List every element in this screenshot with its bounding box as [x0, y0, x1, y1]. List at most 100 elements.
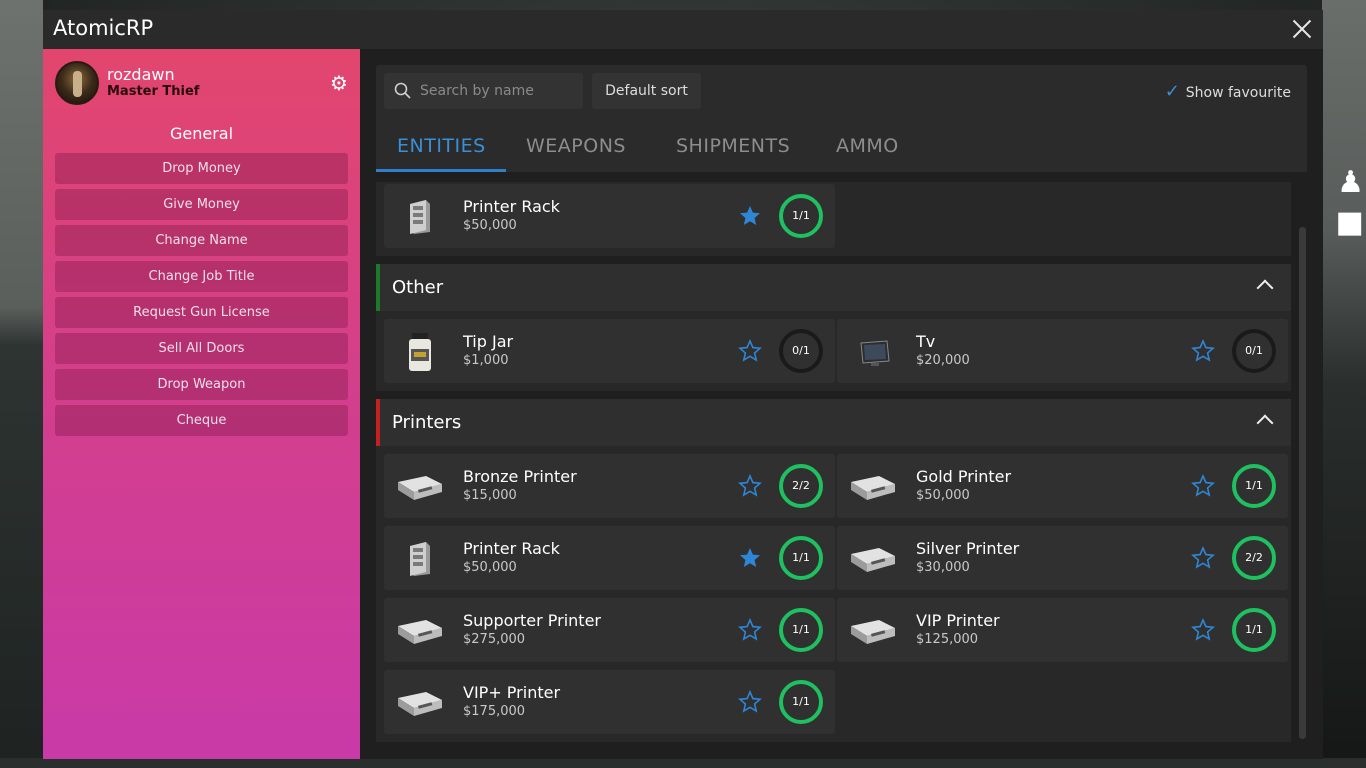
sidebar-button-give-money[interactable]: Give Money	[55, 189, 348, 220]
entity-card[interactable]: Silver Printer $30,000 2/2	[837, 526, 1288, 590]
titlebar: AtomicRP	[43, 10, 1323, 49]
entity-price: $50,000	[463, 218, 517, 233]
sidebar-button-request-gun-license[interactable]: Request Gun License	[55, 297, 348, 328]
printer-icon	[396, 466, 444, 506]
count-ring: 1/1	[779, 680, 823, 724]
sidebar-button-change-job-title[interactable]: Change Job Title	[55, 261, 348, 292]
category-title: Other	[392, 277, 444, 298]
favourite-star-icon[interactable]	[1191, 474, 1215, 498]
sidebar-heading: General	[169, 124, 234, 143]
entity-name: Printer Rack	[463, 539, 560, 558]
sidebar-button-cheque[interactable]: Cheque	[55, 405, 348, 436]
active-tab-underline	[376, 169, 506, 172]
count-ring: 1/1	[779, 194, 823, 238]
rack-icon	[396, 538, 444, 578]
entity-card[interactable]: Tip Jar $1,000 0/1	[384, 319, 835, 383]
gear-icon[interactable]: ⚙	[330, 73, 348, 93]
entity-price: $15,000	[463, 488, 517, 503]
tab-ammo[interactable]: AMMO	[836, 120, 899, 172]
search-box[interactable]	[384, 73, 583, 109]
entity-card[interactable]: Gold Printer $50,000 1/1	[837, 454, 1288, 518]
count-ring: 1/1	[779, 608, 823, 652]
chevron-up-icon[interactable]	[1256, 279, 1274, 297]
item-list: Printer Rack $50,000 1/1 Other Tip Jar $1,000…	[376, 182, 1296, 743]
printer-icon	[849, 610, 897, 650]
entity-name: Silver Printer	[916, 539, 1020, 558]
entity-price: $275,000	[463, 632, 526, 647]
show-favourite-label: Show favourite	[1185, 85, 1291, 101]
show-favourite-toggle[interactable]: ✓ Show favourite	[1165, 81, 1291, 102]
scrollbar-thumb[interactable]	[1299, 227, 1306, 739]
sidebar-button-list: Drop Money Give Money Change Name Change Jo…	[55, 153, 348, 441]
close-button[interactable]	[1289, 16, 1315, 42]
category-header-printers[interactable]: Printers	[376, 399, 1291, 446]
search-input[interactable]	[420, 73, 580, 109]
avatar	[55, 61, 99, 105]
scrollbar[interactable]	[1299, 182, 1306, 739]
favourite-star-icon[interactable]	[738, 339, 762, 363]
favourite-star-icon[interactable]	[738, 204, 762, 228]
count-ring: 2/2	[1232, 536, 1276, 580]
count-ring: 1/1	[1232, 464, 1276, 508]
entity-name: Bronze Printer	[463, 467, 577, 486]
entity-name: Tv	[916, 332, 936, 351]
printer-icon	[396, 610, 444, 650]
entity-card[interactable]: Printer Rack $50,000 1/1	[384, 184, 835, 248]
favourite-star-icon[interactable]	[1191, 618, 1215, 642]
favourite-star-icon[interactable]	[738, 474, 762, 498]
favourite-star-icon[interactable]	[738, 618, 762, 642]
printer-icon	[849, 466, 897, 506]
jar-icon	[396, 331, 444, 371]
checkmark-icon: ✓	[1164, 81, 1180, 102]
entity-price: $1,000	[463, 353, 509, 368]
count-ring: 0/1	[1232, 329, 1276, 373]
category-title: Printers	[392, 412, 462, 433]
favourite-star-icon[interactable]	[738, 546, 762, 570]
sidebar-button-drop-weapon[interactable]: Drop Weapon	[55, 369, 348, 400]
count-ring: 0/1	[779, 329, 823, 373]
tv-icon	[849, 331, 897, 371]
category-header-other[interactable]: Other	[376, 264, 1291, 311]
favourite-star-icon[interactable]	[1191, 546, 1215, 570]
entity-name: Gold Printer	[916, 467, 1012, 486]
job-title: Master Thief	[107, 84, 200, 99]
entity-price: $125,000	[916, 632, 979, 647]
background-scene-right: ♟ ■	[1322, 0, 1366, 768]
count-ring: 1/1	[1232, 608, 1276, 652]
chevron-up-icon[interactable]	[1256, 414, 1274, 432]
sidebar: rozdawn Master Thief ⚙ General Drop Mone…	[43, 49, 360, 759]
tab-shipments[interactable]: SHIPMENTS	[676, 120, 790, 172]
tab-weapons[interactable]: WEAPONS	[526, 120, 626, 172]
sidebar-button-change-name[interactable]: Change Name	[55, 225, 348, 256]
window-title: AtomicRP	[53, 16, 154, 40]
entity-price: $20,000	[916, 353, 970, 368]
entity-card[interactable]: Tv $20,000 0/1	[837, 319, 1288, 383]
favourite-star-icon[interactable]	[1191, 339, 1215, 363]
lock-icon: ■	[1335, 205, 1364, 240]
background-scene-left	[0, 0, 43, 768]
background-floor	[0, 758, 1366, 768]
sidebar-button-drop-money[interactable]: Drop Money	[55, 153, 348, 184]
toolbar: Default sort ✓ Show favourite	[376, 65, 1307, 120]
sidebar-button-sell-all-doors[interactable]: Sell All Doors	[55, 333, 348, 364]
entity-name: Printer Rack	[463, 197, 560, 216]
category-tabs: ENTITIES WEAPONS SHIPMENTS AMMO	[376, 120, 1307, 172]
entity-name: Supporter Printer	[463, 611, 601, 630]
entity-card[interactable]: VIP+ Printer $175,000 1/1	[384, 670, 835, 734]
printer-icon	[396, 682, 444, 722]
entity-price: $175,000	[463, 704, 526, 719]
entity-price: $50,000	[916, 488, 970, 503]
favourite-star-icon[interactable]	[738, 690, 762, 714]
entity-name: VIP+ Printer	[463, 683, 561, 702]
username: rozdawn	[107, 65, 175, 84]
printer-icon	[849, 538, 897, 578]
search-icon	[394, 82, 411, 99]
entity-card[interactable]: Supporter Printer $275,000 1/1	[384, 598, 835, 662]
entity-card[interactable]: Printer Rack $50,000 1/1	[384, 526, 835, 590]
entity-card[interactable]: Bronze Printer $15,000 2/2	[384, 454, 835, 518]
sort-button[interactable]: Default sort	[592, 73, 701, 109]
count-ring: 1/1	[779, 536, 823, 580]
entity-card[interactable]: VIP Printer $125,000 1/1	[837, 598, 1288, 662]
tab-entities[interactable]: ENTITIES	[397, 120, 486, 172]
entity-name: VIP Printer	[916, 611, 1000, 630]
